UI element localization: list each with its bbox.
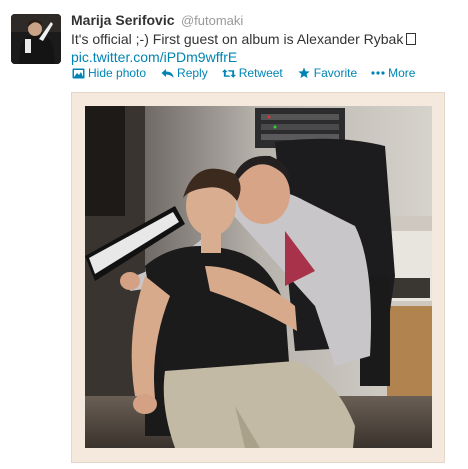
tweet-text-line: It's official ;-) First guest on album i…: [71, 30, 461, 48]
ellipsis-icon: [371, 66, 385, 80]
retweet-label: Retweet: [238, 66, 283, 80]
hide-photo-button[interactable]: Hide photo: [71, 66, 146, 80]
tweet-text: It's official ;-) First guest on album i…: [71, 30, 461, 66]
unsupported-glyph-icon: [406, 33, 417, 45]
author-username[interactable]: @futomaki: [181, 13, 243, 28]
tweet: Marija Serifovic @futomaki It's official…: [0, 0, 468, 469]
favorite-label: Favorite: [313, 66, 358, 80]
favorite-button[interactable]: Favorite: [297, 66, 357, 80]
more-label: More: [388, 66, 416, 80]
image-icon: [71, 66, 85, 80]
photo-frame[interactable]: [71, 92, 445, 463]
tweet-actions: Hide photo Reply Retweet Favorite More: [71, 64, 415, 82]
retweet-button[interactable]: Retweet: [221, 66, 283, 80]
author-fullname[interactable]: Marija Serifovic: [71, 12, 175, 28]
hide-photo-label: Hide photo: [88, 66, 147, 80]
tweet-photo[interactable]: [85, 106, 432, 448]
tweet-body-text: It's official ;-) First guest on album i…: [71, 31, 404, 47]
reply-label: Reply: [177, 66, 208, 80]
reply-arrow-icon: [160, 66, 174, 80]
reply-button[interactable]: Reply: [160, 66, 208, 80]
avatar-image: [11, 14, 61, 64]
star-icon: [297, 66, 311, 80]
photo-link[interactable]: pic.twitter.com/iPDm9wffrE: [71, 49, 237, 65]
avatar[interactable]: [11, 14, 61, 64]
studio-photo-image: [85, 106, 432, 448]
retweet-icon: [221, 66, 236, 80]
tweet-header: Marija Serifovic @futomaki: [71, 12, 243, 30]
more-button[interactable]: More: [371, 66, 415, 80]
